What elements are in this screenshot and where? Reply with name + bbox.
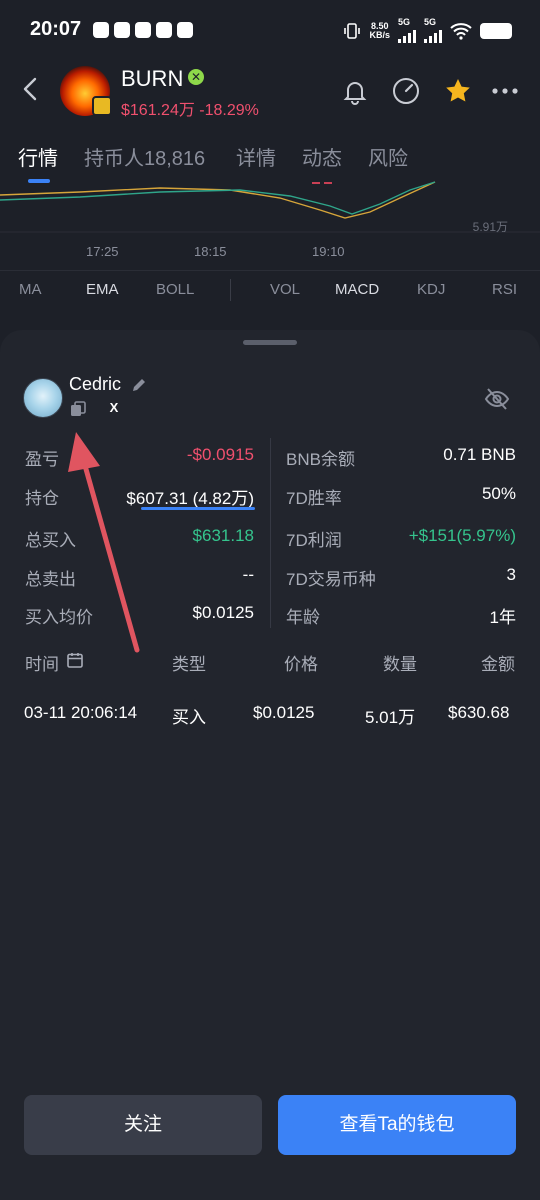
- telegram-icon: [135, 22, 151, 38]
- trade-time: 03-11 20:06:14: [24, 703, 138, 722]
- signal-1: 5G: [398, 18, 416, 43]
- indicator-boll[interactable]: BOLL: [156, 281, 194, 298]
- indicator-macd[interactable]: MACD: [335, 281, 379, 298]
- trade-qty: 5.01万: [365, 708, 416, 727]
- trade-price: $0.0125: [253, 703, 315, 722]
- signal-2: 5G: [424, 18, 442, 43]
- stat-value-7d-profit: +$151(5.97%): [408, 526, 516, 545]
- token-header: BURN ✕ $161.24万 -18.29%: [0, 60, 540, 124]
- battery-icon: [480, 22, 512, 39]
- table-header-qty: 数量: [383, 655, 417, 674]
- holder-detail-sheet: Cedric X 盈亏 -$0.0915 持仓 $607.31 (4.82万) …: [0, 330, 540, 1200]
- view-wallet-button[interactable]: 查看Ta的钱包: [278, 1095, 516, 1155]
- gauge-icon[interactable]: [391, 76, 421, 106]
- tab-risk[interactable]: 风险: [368, 142, 408, 171]
- stat-label-avg-buy: 买入均价: [25, 608, 93, 627]
- table-header-time: 时间: [25, 655, 59, 674]
- tab-activity[interactable]: 动态: [302, 142, 342, 171]
- table-header-price: 价格: [284, 655, 318, 674]
- status-app-icons: [93, 22, 193, 38]
- table-header-amount: 金额: [481, 655, 515, 674]
- edit-icon[interactable]: [130, 376, 148, 394]
- tab-holders[interactable]: 持币人18,816: [84, 142, 205, 171]
- holding-underline: [141, 507, 255, 510]
- avatar: [23, 378, 63, 418]
- status-time: 20:07: [30, 18, 82, 40]
- stat-value-7d-winrate: 50%: [481, 484, 516, 503]
- stat-label-age: 年龄: [286, 608, 320, 627]
- indicator-kdj[interactable]: KDJ: [417, 281, 445, 298]
- status-bar: 20:07 8.50 KB/s 5G 5G: [0, 0, 540, 60]
- more-icon[interactable]: [490, 76, 520, 106]
- app-icon: [177, 22, 193, 38]
- table-header-type: 类型: [172, 655, 206, 674]
- bell-icon[interactable]: [340, 76, 370, 106]
- indicator-bar: MA EMA BOLL VOL MACD KDJ RSI: [0, 270, 540, 311]
- verified-icon: ✕: [188, 69, 204, 85]
- wifi-icon: [450, 22, 472, 40]
- net-speed: 8.50 KB/s: [369, 20, 390, 40]
- trade-type: 买入: [172, 708, 206, 727]
- copy-icon[interactable]: [69, 400, 87, 418]
- bnb-chain-badge-icon: [92, 96, 112, 116]
- stat-value-total-buy: $631.18: [192, 526, 254, 545]
- stat-label-7d-winrate: 7D胜率: [286, 489, 342, 508]
- stat-label-bnb-balance: BNB余额: [286, 450, 355, 469]
- status-indicators: 8.50 KB/s 5G 5G: [343, 18, 512, 43]
- chart-lines: [0, 181, 540, 233]
- token-name: BURN: [121, 66, 184, 91]
- star-icon[interactable]: [443, 76, 473, 106]
- column-divider: [270, 438, 271, 628]
- tab-market[interactable]: 行情: [18, 142, 58, 171]
- chart-time-label: 19:10: [312, 244, 345, 259]
- stat-value-age: 1年: [489, 608, 516, 627]
- back-arrow-icon[interactable]: [18, 76, 44, 102]
- stat-label-7d-profit: 7D利润: [286, 531, 342, 550]
- tab-details[interactable]: 详情: [236, 142, 276, 171]
- indicator-rsi[interactable]: RSI: [492, 281, 517, 298]
- stat-label-holding: 持仓: [25, 489, 59, 508]
- stat-value-total-sell: --: [242, 565, 254, 584]
- x-social-icon[interactable]: X: [105, 399, 123, 417]
- holder-name: Cedric: [69, 374, 122, 394]
- stat-label-total-sell: 总卖出: [25, 570, 76, 589]
- stat-value-holding: $607.31 (4.82万): [126, 489, 254, 508]
- vibrate-icon: [344, 22, 361, 39]
- indicator-vol[interactable]: VOL: [270, 281, 300, 298]
- price-chart[interactable]: 5.91万 17:25 18:15 19:10: [0, 170, 540, 270]
- trade-amount: $630.68: [448, 703, 510, 722]
- stat-value-pnl: -$0.0915: [186, 445, 254, 464]
- stat-value-bnb-balance: 0.71 BNB: [443, 445, 516, 464]
- chart-value-label: 5.91万: [472, 220, 508, 234]
- chart-time-label: 17:25: [86, 244, 119, 259]
- qq-icon: [93, 22, 109, 38]
- stat-value-avg-buy: $0.0125: [192, 603, 254, 622]
- indicator-ema[interactable]: EMA: [86, 281, 119, 298]
- sheet-grabber[interactable]: [243, 340, 297, 345]
- chart-time-label: 18:15: [194, 244, 227, 259]
- binance-icon: [156, 22, 172, 38]
- stat-label-total-buy: 总买入: [25, 531, 76, 550]
- token-price-change: $161.24万 -18.29%: [121, 102, 259, 119]
- calendar-icon[interactable]: [66, 651, 84, 669]
- stat-label-7d-tokens: 7D交易币种: [286, 570, 376, 589]
- indicator-ma[interactable]: MA: [19, 281, 42, 298]
- indicator-divider: [230, 279, 231, 301]
- app-icon: [114, 22, 130, 38]
- stat-label-pnl: 盈亏: [25, 450, 59, 469]
- eye-off-icon[interactable]: [484, 386, 510, 412]
- stat-value-7d-tokens: 3: [506, 565, 516, 584]
- follow-button[interactable]: 关注: [24, 1095, 262, 1155]
